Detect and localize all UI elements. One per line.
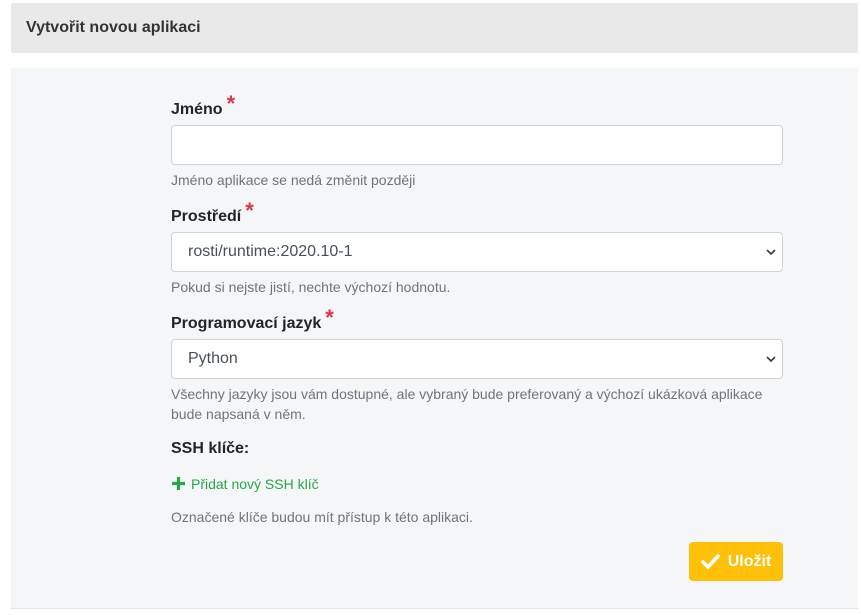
ssh-keys-label: SSH klíče: <box>171 440 250 457</box>
ssh-keys-help: Označené klíče budou mít přístup k této … <box>171 509 473 525</box>
check-icon <box>700 554 720 569</box>
save-button-label: Uložit <box>727 552 772 570</box>
chevron-down-icon <box>766 249 776 256</box>
environment-select[interactable]: rosti/runtime:2020.10-1 <box>171 232 783 272</box>
environment-selected-value: rosti/runtime:2020.10-1 <box>188 243 353 260</box>
language-required-mark: * <box>325 305 334 330</box>
language-label: Programovací jazyk * <box>171 305 334 334</box>
language-selected-value: Python <box>188 350 238 367</box>
name-input[interactable] <box>171 125 783 165</box>
plus-icon <box>172 476 185 490</box>
name-required-mark: * <box>226 91 236 116</box>
environment-label-text: Prostředí <box>171 208 242 225</box>
environment-required-mark: * <box>245 198 254 223</box>
name-label-text: Jméno <box>171 101 223 118</box>
name-help: Jméno aplikace se nedá změnit později <box>171 172 416 188</box>
add-ssh-key-link[interactable]: Přidat nový SSH klíč <box>171 476 319 492</box>
environment-help: Pokud si nejste jistí, nechte výchozí ho… <box>171 279 451 295</box>
language-label-text: Programovací jazyk <box>171 315 322 332</box>
page-header: Vytvořit novou aplikaci <box>11 3 858 53</box>
save-button[interactable]: Uložit <box>689 542 783 581</box>
environment-label: Prostředí * <box>171 198 254 227</box>
language-select[interactable]: Python <box>171 339 783 379</box>
create-app-panel: Jméno * Jméno aplikace se nedá změnit poz… <box>11 68 858 609</box>
page-title: Vytvořit novou aplikaci <box>26 19 201 36</box>
chevron-down-icon <box>766 356 776 363</box>
add-ssh-key-label: Přidat nový SSH klíč <box>191 476 319 492</box>
name-label: Jméno * <box>171 91 236 120</box>
language-help: Všechny jazyky jsou vám dostupné, ale vy… <box>171 386 763 422</box>
